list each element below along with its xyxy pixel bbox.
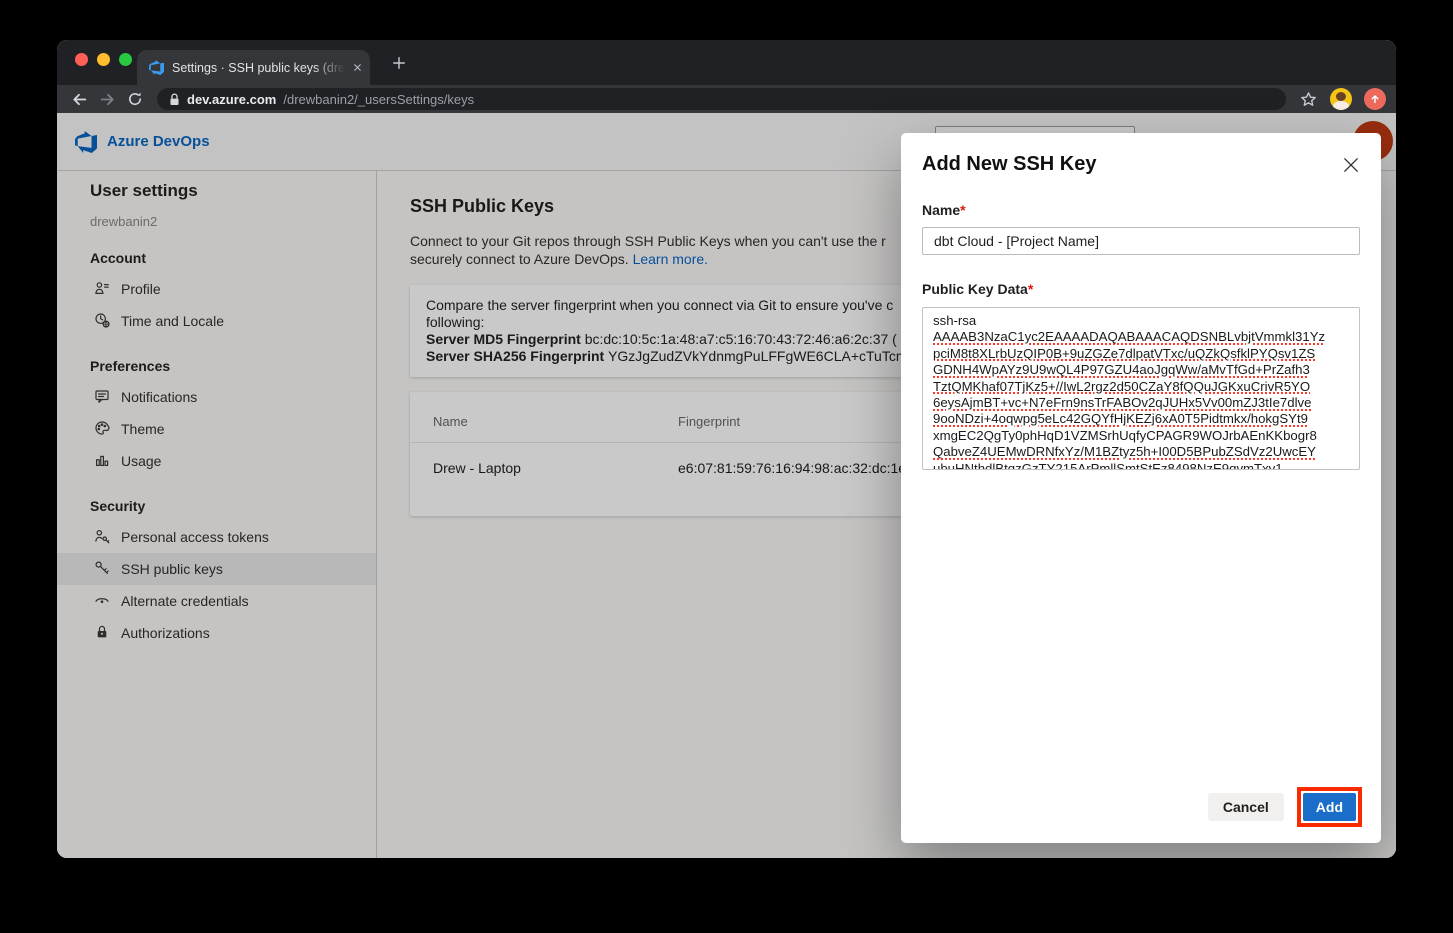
name-label-text: Name [922,202,960,218]
browser-profile-avatar[interactable] [1330,88,1352,110]
tab-title: Settings · SSH public keys (dre [172,61,345,75]
azure-devops-favicon-icon [149,60,164,75]
public-key-textarea[interactable]: ssh-rsa AAAAB3NzaC1yc2EAAAADAQABAAACAQDS… [922,307,1360,470]
add-button[interactable]: Add [1303,793,1356,821]
browser-tab-strip: Settings · SSH public keys (dre [57,40,1396,85]
add-button-highlight-annotation: Add [1297,787,1362,827]
required-asterisk: * [960,202,965,218]
avatar-face [1336,92,1346,101]
required-asterisk: * [1028,281,1033,297]
url-path: /drewbanin2/_usersSettings/keys [283,92,474,107]
key-line: 6eysAjmBT+vc+N7eFrn9nsTrFABOv2qJUHx5Vv00… [933,395,1349,411]
key-line: AAAAB3NzaC1yc2EAAAADAQABAAACAQDSNBLvbjtV… [933,329,1349,345]
tab-close-icon[interactable] [353,63,362,72]
zoom-window-button[interactable] [119,53,132,66]
browser-toolbar: dev.azure.com/drewbanin2/_usersSettings/… [57,85,1396,113]
key-line: xmgEC2QgTy0phHqD1VZMSrhUqfyCPAGR9WOJrbAE… [933,428,1349,444]
key-line: 9ooNDzi+4oqwpg5eLc42GQYfHjKEZj6xA0T5Pidt… [933,411,1349,427]
name-input[interactable] [922,227,1360,255]
new-tab-button[interactable] [387,51,411,75]
lock-icon [169,93,180,106]
browser-tab-active[interactable]: Settings · SSH public keys (dre [137,50,370,85]
key-line: pciM8t8XLrbUzQIP0B+9uZGZe7dlpatVTxc/uQZk… [933,346,1349,362]
name-field-label: Name* [922,202,1360,218]
browser-update-button[interactable] [1364,88,1386,110]
dialog-close-icon[interactable] [1339,153,1363,177]
key-line: ubuHNthdlBtqzGzTY215ArPmllSmtStEz8498NzE… [933,461,1349,470]
reload-button[interactable] [123,87,147,111]
key-line: GDNH4WpAYz9U9wQL4P97GZU4aoJgqWw/aMvTfGd+… [933,362,1349,378]
address-bar[interactable]: dev.azure.com/drewbanin2/_usersSettings/… [157,88,1286,110]
minimize-window-button[interactable] [97,53,110,66]
dialog-title: Add New SSH Key [922,153,1360,176]
window-controls [75,53,132,66]
key-line: TztQMKhaf07TjKz5+//IwL2rgz2d50CZaY8fQQuJ… [933,379,1349,395]
url-domain: dev.azure.com [187,92,276,107]
back-button[interactable] [67,87,91,111]
avatar-shirt [1333,101,1349,110]
public-key-label-text: Public Key Data [922,281,1028,297]
forward-button[interactable] [95,87,119,111]
key-line: ssh-rsa [933,313,1349,329]
close-window-button[interactable] [75,53,88,66]
key-line: QabveZ4UEMwDRNfxYz/M1BZtyz5h+I00D5BPubZS… [933,444,1349,460]
browser-window: Settings · SSH public keys (dre dev.azur… [57,40,1396,858]
add-ssh-key-dialog: Add New SSH Key Name* Public Key Data* s… [901,133,1381,843]
dialog-footer: Cancel Add [1208,787,1362,827]
cancel-button[interactable]: Cancel [1208,793,1284,821]
bookmark-star-icon[interactable] [1296,87,1320,111]
public-key-field-label: Public Key Data* [922,281,1360,297]
